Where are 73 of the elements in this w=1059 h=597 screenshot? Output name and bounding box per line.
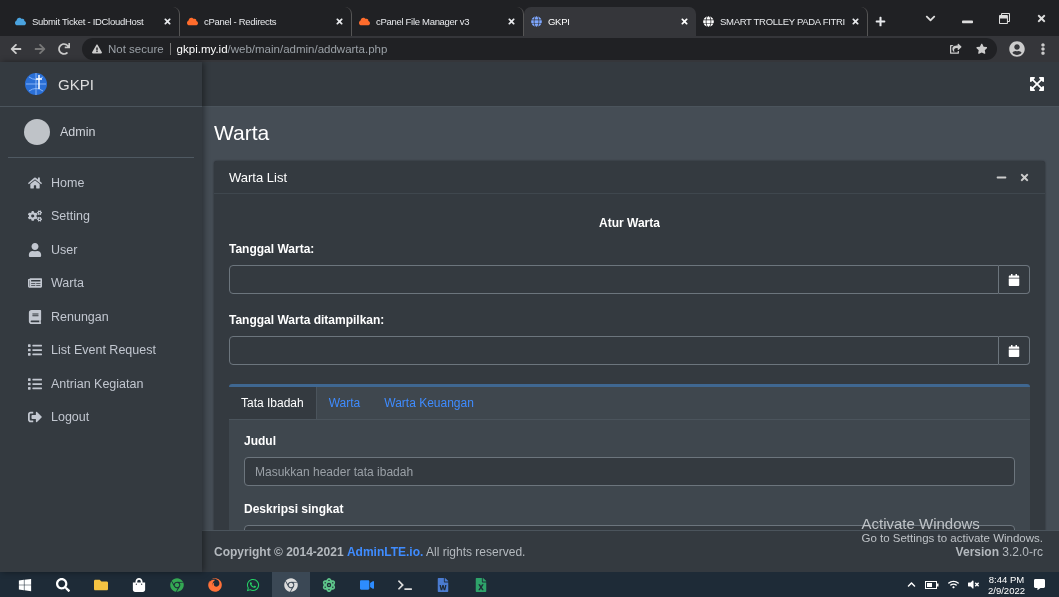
new-tab-icon[interactable] [875, 16, 886, 27]
list-icon [28, 376, 42, 391]
sidebar-item[interactable]: Antrian Kegiatan [8, 367, 194, 401]
brand-text[interactable]: GKPI [58, 75, 94, 93]
sidebar-item[interactable]: User [8, 233, 194, 267]
globe-icon [703, 16, 714, 27]
sidebar-item[interactable]: Logout [8, 400, 194, 434]
close-icon[interactable] [1036, 13, 1047, 24]
activation-hint: Go to Settings to activate Windows. [861, 532, 1043, 544]
user-icon [28, 242, 42, 257]
field-label: Tanggal Warta ditampilkan: [229, 313, 386, 327]
book-icon [28, 309, 42, 324]
cloud-icon [15, 16, 26, 27]
clock-date[interactable]: 2/9/2022 [988, 584, 1025, 596]
section-heading: Atur Warta [598, 216, 661, 230]
card-title: Warta List [229, 169, 289, 185]
adminlte-link[interactable]: AdminLTE.io. [346, 544, 424, 559]
share-icon[interactable] [950, 43, 962, 55]
back-icon[interactable] [10, 43, 22, 55]
fullscreen-icon[interactable] [1029, 76, 1045, 92]
globe-cross-logo [24, 72, 48, 96]
wifi-icon[interactable] [948, 579, 959, 590]
home-icon [28, 175, 42, 190]
avatar-placeholder [24, 119, 50, 145]
close-icon[interactable] [163, 17, 172, 26]
close-icon[interactable] [851, 17, 860, 26]
star-icon[interactable] [975, 43, 987, 55]
clock-time[interactable]: 8:44 PM [988, 573, 1025, 585]
sidebar-item[interactable]: List Event Request [8, 333, 194, 367]
copyright-text: Copyright © 2014-2021 AdminLTE.io. All rights reserved. [214, 544, 526, 559]
notification-icon[interactable] [1034, 579, 1045, 590]
calendar-icon [1008, 273, 1020, 286]
gears-icon [28, 209, 42, 224]
sidebar-item[interactable]: Home [8, 166, 194, 200]
close-icon[interactable] [507, 17, 516, 26]
chevron-up-icon[interactable] [907, 580, 916, 589]
chevron-down-icon[interactable] [925, 13, 936, 24]
globe-icon [531, 16, 542, 27]
sidebar-item[interactable]: Setting [8, 199, 194, 233]
newspaper-icon [28, 276, 42, 291]
security-label: Not secure [108, 43, 164, 55]
browser-tab[interactable]: GKPI [524, 7, 696, 36]
tab[interactable]: Tata Ibadah [229, 387, 317, 419]
date-field[interactable] [229, 265, 999, 294]
reload-icon[interactable] [58, 43, 70, 55]
calendar-icon [1008, 344, 1020, 357]
field-label: Judul [244, 434, 277, 448]
warning-icon [92, 44, 102, 54]
field-label: Deskripsi singkat [244, 502, 345, 516]
address-bar[interactable]: Not secure gkpi.my.id/web/main/admin/addwarta.php [82, 38, 997, 60]
page-title: Warta [214, 120, 271, 146]
close-icon[interactable] [335, 17, 344, 26]
sidebar-item[interactable]: Renungan [8, 300, 194, 334]
profile-avatar-icon[interactable] [1009, 41, 1025, 57]
list-icon [28, 343, 42, 358]
restore-icon[interactable] [999, 13, 1010, 24]
forward-icon[interactable] [34, 43, 46, 55]
sidebar-item[interactable]: Warta [8, 266, 194, 300]
calendar-button[interactable] [999, 265, 1030, 294]
field-label: Tanggal Warta: [229, 242, 316, 256]
battery-icon[interactable] [925, 580, 939, 589]
close-icon [1019, 171, 1030, 183]
text-field[interactable]: Masukkan header tata ibadah [244, 457, 1015, 486]
url-text: gkpi.my.id/web/main/admin/addwarta.php [169, 43, 388, 55]
activation-title: Activate Windows [861, 515, 981, 532]
user-name[interactable]: Admin [60, 125, 96, 139]
exit-icon [28, 410, 42, 425]
chrome-icon[interactable] [272, 572, 310, 597]
version-text: Version 3.2.0-rc [955, 544, 1043, 559]
close-icon[interactable] [680, 17, 689, 26]
calendar-button[interactable] [999, 336, 1030, 365]
date-field[interactable] [229, 336, 999, 365]
speaker-icon[interactable] [968, 579, 979, 590]
